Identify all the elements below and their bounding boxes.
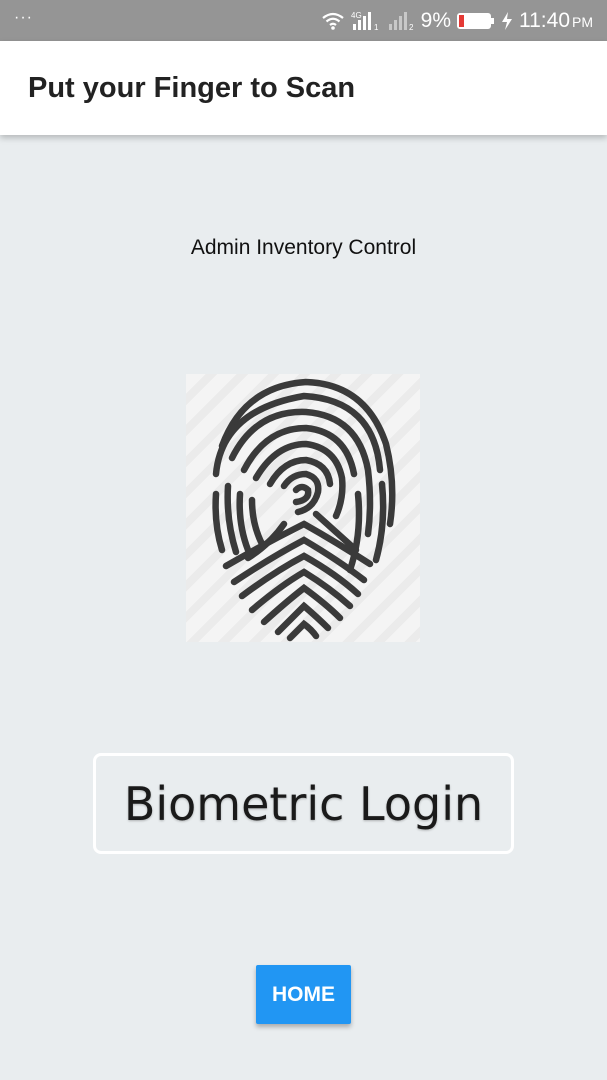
signal-icon-sim1: 4G 1 <box>351 10 381 32</box>
fingerprint-icon <box>212 378 396 642</box>
wifi-icon <box>321 11 345 31</box>
status-icons: 4G 1 2 9% 11:40 PM <box>321 9 593 33</box>
app-bar: Put your Finger to Scan <box>0 41 607 135</box>
clock-time: 11:40 <box>519 8 570 32</box>
sim2-label: 2 <box>409 23 414 32</box>
status-bar: ··· 4G 1 2 9% 11:40 PM <box>0 0 607 41</box>
network-label: 4G <box>351 11 362 20</box>
app-subtitle: Admin Inventory Control <box>190 236 417 259</box>
charging-icon <box>501 11 513 31</box>
sim1-label: 1 <box>374 23 379 32</box>
notification-dots: ··· <box>14 8 33 26</box>
page-title: Put your Finger to Scan <box>28 71 356 104</box>
battery-icon <box>457 11 495 31</box>
battery-percent: 9% <box>420 8 451 32</box>
biometric-login-button[interactable]: Biometric Login <box>93 753 514 854</box>
clock: 11:40 PM <box>519 9 593 33</box>
fingerprint-scanner[interactable] <box>186 374 420 642</box>
signal-icon-sim2: 2 <box>387 10 415 32</box>
home-button[interactable]: HOME <box>256 965 351 1024</box>
clock-suffix: PM <box>572 13 593 30</box>
biometric-login-label: Biometric Login <box>123 776 484 831</box>
